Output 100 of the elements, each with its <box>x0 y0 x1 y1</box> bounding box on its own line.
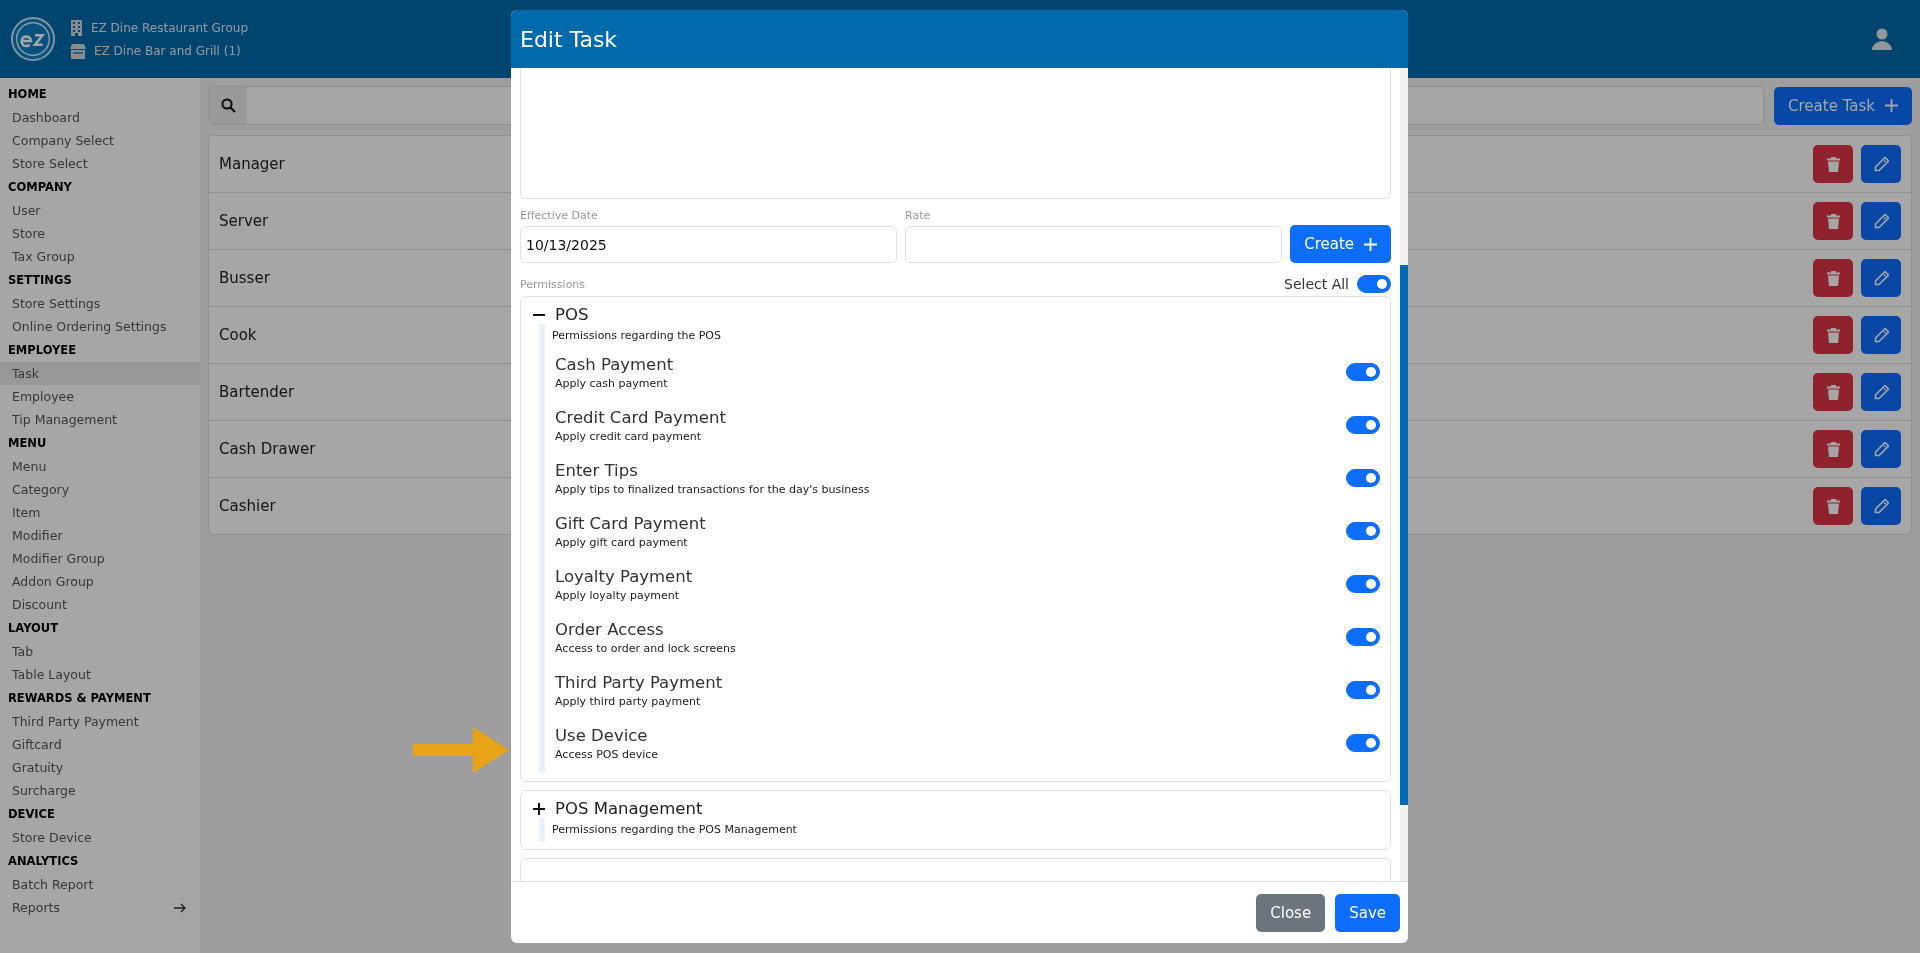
sidebar-item[interactable]: Tab <box>0 640 200 663</box>
company-name[interactable]: EZ Dine Restaurant Group <box>91 20 249 35</box>
edit-button[interactable] <box>1861 487 1901 525</box>
group-description: Permissions regarding the POS <box>552 328 722 344</box>
permission-title: Third Party Payment <box>555 672 723 692</box>
save-button[interactable]: Save <box>1335 893 1400 932</box>
sidebar-item[interactable]: Employee <box>0 385 200 408</box>
sidebar-item[interactable]: Giftcard <box>0 733 200 756</box>
section-heading: COMPANY <box>7 179 73 196</box>
pencil-icon <box>1873 213 1889 229</box>
dialog-title: Edit Task <box>520 26 618 52</box>
sidebar-item[interactable]: Online Ordering Settings <box>0 315 200 338</box>
sidebar-item[interactable]: Surcharge <box>0 779 200 802</box>
task-name: Cook <box>219 326 257 344</box>
permission-toggle[interactable] <box>1346 575 1380 593</box>
sidebar-item[interactable]: Store Select <box>0 152 200 175</box>
permission-title: Loyalty Payment <box>555 566 693 586</box>
permission-toggle[interactable] <box>1346 416 1380 434</box>
delete-button[interactable] <box>1813 430 1853 468</box>
sidebar-item[interactable]: Gratuity <box>0 756 200 779</box>
sidebar-item[interactable]: Store Device <box>0 826 200 849</box>
plus-icon <box>1364 237 1377 251</box>
sidebar-item[interactable]: Store Settings <box>0 292 200 315</box>
task-name: Bartender <box>219 383 295 401</box>
building-icon <box>70 19 83 36</box>
permission-description: Access to order and lock screens <box>555 641 736 655</box>
edit-button[interactable] <box>1861 430 1901 468</box>
permission-title: Order Access <box>555 619 665 639</box>
pencil-icon <box>1873 156 1889 172</box>
create-task-button[interactable]: Create Task <box>1774 86 1912 125</box>
description-field[interactable] <box>520 68 1391 199</box>
field-label: Effective Date <box>520 209 599 222</box>
trash-icon <box>1826 384 1840 400</box>
permission-toggle[interactable] <box>1346 734 1380 752</box>
sidebar-item[interactable]: Category <box>0 478 200 501</box>
task-name: Manager <box>219 155 285 173</box>
sidebar-item[interactable]: Reports <box>0 896 200 919</box>
delete-button[interactable] <box>1813 259 1853 297</box>
trash-icon <box>1826 270 1840 286</box>
create-button[interactable]: Create <box>1290 225 1391 263</box>
delete-button[interactable] <box>1813 145 1853 183</box>
trash-icon <box>1826 327 1840 343</box>
permissions-label: Permissions <box>520 277 586 291</box>
group-title: POS <box>555 305 589 324</box>
plus-icon <box>1885 99 1898 112</box>
task-name: Server <box>219 212 269 230</box>
sidebar-item[interactable]: Company Select <box>0 129 200 152</box>
store-name[interactable]: EZ Dine Bar and Grill (1) <box>94 44 241 58</box>
task-name: Cash Drawer <box>219 440 316 458</box>
sidebar-item[interactable]: Discount <box>0 593 200 616</box>
task-name: Cashier <box>219 497 276 515</box>
permission-title: Use Device <box>555 725 649 745</box>
delete-button[interactable] <box>1813 373 1853 411</box>
edit-button[interactable] <box>1861 202 1901 240</box>
close-button[interactable]: Close <box>1256 893 1326 932</box>
section-heading: ANALYTICS <box>7 853 80 870</box>
sidebar-item[interactable]: Dashboard <box>0 106 200 129</box>
delete-button[interactable] <box>1813 316 1853 354</box>
permission-description: Apply third party payment <box>555 694 702 708</box>
sidebar-item[interactable]: Store <box>0 222 200 245</box>
section-heading: REWARDS & PAYMENT <box>7 690 152 707</box>
sidebar-item[interactable]: Modifier <box>0 524 200 547</box>
sidebar-item[interactable]: Third Party Payment <box>0 710 200 733</box>
sidebar-item[interactable]: Task <box>0 362 200 385</box>
sidebar-item[interactable]: Menu <box>0 455 200 478</box>
permission-title: Credit Card Payment <box>555 407 726 427</box>
expand-icon[interactable] <box>533 802 545 815</box>
store-icon <box>70 43 86 59</box>
rate-field[interactable] <box>905 226 1283 263</box>
select-all-label: Select All <box>1284 276 1349 292</box>
edit-button[interactable] <box>1861 316 1901 354</box>
select-all-toggle[interactable] <box>1357 275 1391 293</box>
permission-toggle[interactable] <box>1346 628 1380 646</box>
sidebar-item[interactable]: Addon Group <box>0 570 200 593</box>
permission-toggle[interactable] <box>1346 363 1380 381</box>
permission-toggle[interactable] <box>1346 469 1380 487</box>
permission-toggle[interactable] <box>1346 522 1380 540</box>
sidebar-item[interactable]: Tip Management <box>0 408 200 431</box>
section-heading: DEVICE <box>7 806 56 823</box>
edit-button[interactable] <box>1861 259 1901 297</box>
trash-icon <box>1826 156 1840 172</box>
scrollbar[interactable] <box>1400 68 1408 881</box>
sidebar-item[interactable]: Batch Report <box>0 873 200 896</box>
delete-button[interactable] <box>1813 487 1853 525</box>
sidebar-item[interactable]: Modifier Group <box>0 547 200 570</box>
edit-button[interactable] <box>1861 145 1901 183</box>
date-field[interactable]: 10/13/2025 <box>520 226 898 263</box>
permission-toggle[interactable] <box>1346 681 1380 699</box>
user-icon[interactable] <box>1872 28 1892 50</box>
edit-button[interactable] <box>1861 373 1901 411</box>
sidebar-item[interactable]: User <box>0 199 200 222</box>
permission-description: Apply tips to finalized transactions for the day's business <box>555 482 870 496</box>
sidebar-item[interactable]: Tax Group <box>0 245 200 268</box>
permission-description: Apply credit card payment <box>555 429 703 443</box>
section-heading: HOME <box>7 86 48 103</box>
delete-button[interactable] <box>1813 202 1853 240</box>
section-heading: EMPLOYEE <box>7 342 78 359</box>
sidebar-item[interactable]: Item <box>0 501 200 524</box>
field-label: Rate <box>905 209 932 222</box>
sidebar-item[interactable]: Table Layout <box>0 663 200 686</box>
